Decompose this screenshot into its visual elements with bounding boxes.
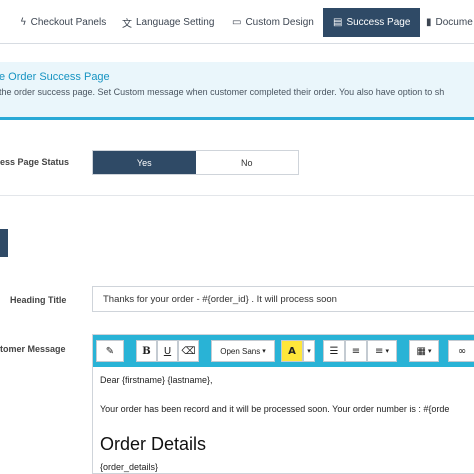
paragraph-align-icon[interactable]: ≡ ▾	[367, 340, 397, 362]
tab-checkout-panels[interactable]: ϟ Checkout Panels	[20, 8, 106, 37]
status-toggle: Yes No	[92, 150, 299, 175]
section-tab-marker	[0, 229, 8, 257]
highlight-color-button[interactable]: A	[281, 340, 303, 362]
numbered-list-icon[interactable]: ≡	[345, 340, 367, 362]
tab-documentation[interactable]: ▮ Docume	[426, 8, 473, 37]
tab-label: Custom Design	[245, 17, 314, 28]
status-yes-option[interactable]: Yes	[93, 151, 196, 174]
banner-title: e Order Success Page	[0, 71, 110, 83]
font-name: Open Sans	[220, 346, 261, 356]
rich-text-editor: ✎ B U ⌫ Open Sans ▾ A ▾ ☰ ≡ ≡ ▾ ▦ ▾ ∞ Dear …	[92, 334, 474, 474]
book-icon: ▮	[426, 17, 432, 28]
file-icon: ▤	[333, 17, 343, 28]
monitor-icon: ▭	[232, 17, 242, 28]
bolt-icon: ϟ	[20, 17, 27, 28]
table-icon[interactable]: ▦ ▾	[409, 340, 439, 362]
tab-custom-design[interactable]: ▭ Custom Design	[232, 8, 314, 37]
translate-icon: 文	[122, 19, 132, 30]
tab-label: Language Setting	[136, 17, 215, 28]
tab-bar: ϟ Checkout Panels 文 Language Setting ▭ C…	[0, 0, 474, 44]
editor-toolbar: ✎ B U ⌫ Open Sans ▾ A ▾ ☰ ≡ ≡ ▾ ▦ ▾ ∞	[93, 335, 474, 367]
banner-description: the order success page. Set Custom messa…	[0, 87, 445, 97]
content-heading: Order Details	[100, 434, 207, 454]
tab-success-page[interactable]: ▤ Success Page	[323, 8, 421, 37]
eraser-icon[interactable]: ⌫	[178, 340, 199, 362]
chevron-down-icon: ▾	[262, 348, 266, 355]
bold-button[interactable]: B	[136, 340, 157, 362]
content-line: Your order has been record and it will b…	[100, 404, 450, 414]
content-line: {order_details}	[100, 462, 159, 472]
tab-label: Success Page	[346, 17, 411, 28]
link-icon[interactable]: ∞	[448, 340, 474, 362]
content-line: Dear {firstname} {lastname},	[100, 375, 213, 385]
font-family-select[interactable]: Open Sans ▾	[211, 340, 275, 362]
customer-message-label: tomer Message	[0, 344, 66, 354]
underline-button[interactable]: U	[157, 340, 178, 362]
bullet-list-icon[interactable]: ☰	[323, 340, 345, 362]
heading-title-label: Heading Title	[10, 295, 67, 305]
color-dropdown-icon[interactable]: ▾	[303, 340, 315, 362]
status-no-option[interactable]: No	[196, 151, 299, 174]
magic-wand-icon[interactable]: ✎	[96, 340, 124, 362]
heading-title-input[interactable]: Thanks for your order - #{order_id} . It…	[92, 286, 474, 312]
status-label: ess Page Status	[0, 157, 70, 167]
tab-label: Docume	[435, 17, 473, 28]
tab-label: Checkout Panels	[30, 17, 107, 28]
section-divider	[0, 195, 474, 196]
tab-language-setting[interactable]: 文 Language Setting	[122, 8, 214, 37]
